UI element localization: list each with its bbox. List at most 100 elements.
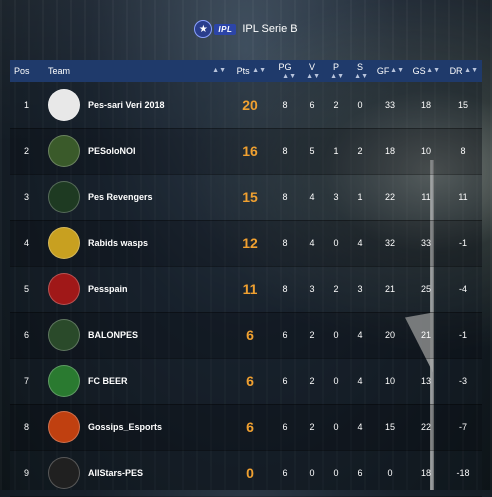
team-name[interactable]: Pesspain <box>88 284 128 294</box>
row-goals-for: 10 <box>384 376 395 386</box>
row-goals-for: 0 <box>387 468 393 478</box>
row-played: 8 <box>282 284 288 294</box>
green-round-crest-icon <box>48 135 80 167</box>
team-name[interactable]: PESoloNOI <box>88 146 136 156</box>
team-name[interactable]: Pes-sari Veri 2018 <box>88 100 165 110</box>
row-goals-against: 33 <box>420 238 431 248</box>
table-row[interactable]: 8 Gossips_Esports 6 6 2 0 4 15 22 -7 <box>10 404 482 450</box>
row-losses: 6 <box>357 468 363 478</box>
wasp-crest-icon <box>48 227 80 259</box>
column-header-s[interactable]: S ▲▼ <box>348 60 372 82</box>
row-draws: 3 <box>333 192 339 202</box>
sort-arrows-icon[interactable]: ▲▼ <box>282 73 296 80</box>
row-position: 2 <box>24 146 30 156</box>
row-goal-difference: -7 <box>458 422 467 432</box>
table-row[interactable]: 3 Pes Revengers 15 8 4 3 1 22 11 11 <box>10 174 482 220</box>
row-team[interactable]: BALONPES <box>44 312 230 358</box>
row-points: 6 <box>246 419 254 435</box>
row-team[interactable]: Pes Revengers <box>44 174 230 220</box>
row-wins: 0 <box>309 468 315 478</box>
sort-arrows-icon[interactable]: ▲▼ <box>390 67 404 74</box>
table-row[interactable]: 7 FC BEER 6 6 2 0 4 10 13 -3 <box>10 358 482 404</box>
row-team[interactable]: AllStars-PES <box>44 450 230 496</box>
row-played: 8 <box>282 238 288 248</box>
row-position: 6 <box>24 330 30 340</box>
row-team[interactable]: FC BEER <box>44 358 230 404</box>
row-goals-against: 22 <box>420 422 431 432</box>
column-header-team[interactable]: Team ▲▼ <box>44 60 230 82</box>
row-draws: 0 <box>333 238 339 248</box>
row-goals-against: 18 <box>420 468 431 478</box>
table-row[interactable]: 1 Pes-sari Veri 2018 20 8 6 2 0 33 18 15 <box>10 82 482 128</box>
team-name[interactable]: Gossips_Esports <box>88 422 162 432</box>
balonpes-crest-icon <box>48 319 80 351</box>
row-position: 3 <box>24 192 30 202</box>
row-played: 6 <box>282 422 288 432</box>
row-played: 6 <box>282 330 288 340</box>
team-name[interactable]: BALONPES <box>88 330 138 340</box>
column-header-gf[interactable]: GF ▲▼ <box>372 60 408 82</box>
row-losses: 1 <box>357 192 363 202</box>
row-position: 1 <box>24 99 30 110</box>
row-goal-difference: -1 <box>458 330 467 340</box>
row-team[interactable]: Rabids wasps <box>44 220 230 266</box>
table-header-row: Pos Team ▲▼ Pts ▲▼ PG ▲▼ V ▲▼ P ▲▼ S ▲▼ GF ▲▼ G… <box>10 60 482 82</box>
sort-arrows-icon[interactable]: ▲▼ <box>212 67 226 74</box>
row-points: 12 <box>242 235 258 251</box>
column-header-gs[interactable]: GS ▲▼ <box>408 60 444 82</box>
allstars-crest-icon <box>48 457 80 489</box>
row-played: 6 <box>282 468 288 478</box>
row-team[interactable]: Pesspain <box>44 266 230 312</box>
row-points: 6 <box>246 327 254 343</box>
table-row[interactable]: 5 Pesspain 11 8 3 2 3 21 25 -4 <box>10 266 482 312</box>
row-played: 8 <box>282 99 288 110</box>
sort-arrows-icon[interactable]: ▲▼ <box>464 67 478 74</box>
row-position: 9 <box>24 468 30 478</box>
column-header-p[interactable]: P ▲▼ <box>324 60 348 82</box>
row-goals-for: 21 <box>384 284 395 294</box>
row-wins: 6 <box>309 99 315 110</box>
sort-arrows-icon[interactable]: ▲▼ <box>252 67 266 74</box>
row-team[interactable]: Pes-sari Veri 2018 <box>44 82 230 128</box>
row-goal-difference: 11 <box>458 192 468 202</box>
sort-arrows-icon[interactable]: ▲▼ <box>426 67 440 74</box>
row-points: 20 <box>242 96 258 113</box>
row-losses: 4 <box>357 330 363 340</box>
row-position: 5 <box>24 284 30 294</box>
row-team[interactable]: Gossips_Esports <box>44 404 230 450</box>
table-row[interactable]: 6 BALONPES 6 6 2 0 4 20 21 -1 <box>10 312 482 358</box>
sort-arrows-icon[interactable]: ▲▼ <box>354 73 368 80</box>
red-round-crest-icon <box>48 273 80 305</box>
team-name[interactable]: Pes Revengers <box>88 192 153 202</box>
column-header-pg[interactable]: PG ▲▼ <box>270 60 300 82</box>
row-goals-for: 33 <box>384 99 395 110</box>
team-name[interactable]: AllStars-PES <box>88 468 143 478</box>
row-goal-difference: 8 <box>460 146 466 156</box>
table-row[interactable]: 4 Rabids wasps 12 8 4 0 4 32 33 -1 <box>10 220 482 266</box>
sort-arrows-icon[interactable]: ▲▼ <box>306 73 320 80</box>
row-draws: 1 <box>333 146 339 156</box>
row-goal-difference: -4 <box>458 284 467 294</box>
row-played: 8 <box>282 146 288 156</box>
column-header-dr[interactable]: DR ▲▼ <box>444 60 482 82</box>
row-position: 4 <box>24 238 30 248</box>
league-logo: ★ IPL <box>194 20 237 38</box>
row-wins: 4 <box>309 192 315 202</box>
row-goal-difference: -3 <box>458 376 467 386</box>
row-team[interactable]: PESoloNOI <box>44 128 230 174</box>
table-row[interactable]: 9 AllStars-PES 0 6 0 0 6 0 18 -18 <box>10 450 482 496</box>
column-header-pts[interactable]: Pts ▲▼ <box>230 60 270 82</box>
row-goals-against: 21 <box>420 330 431 340</box>
column-header-pos[interactable]: Pos <box>10 60 44 82</box>
column-header-v[interactable]: V ▲▼ <box>300 60 324 82</box>
row-draws: 2 <box>333 284 339 294</box>
striped-shield-crest-icon <box>48 88 80 121</box>
team-name[interactable]: FC BEER <box>88 376 128 386</box>
row-goals-against: 25 <box>420 284 431 294</box>
row-wins: 3 <box>309 284 315 294</box>
row-losses: 4 <box>357 238 363 248</box>
table-row[interactable]: 2 PESoloNOI 16 8 5 1 2 18 10 8 <box>10 128 482 174</box>
sort-arrows-icon[interactable]: ▲▼ <box>330 73 344 80</box>
row-wins: 2 <box>309 376 315 386</box>
team-name[interactable]: Rabids wasps <box>88 238 148 248</box>
